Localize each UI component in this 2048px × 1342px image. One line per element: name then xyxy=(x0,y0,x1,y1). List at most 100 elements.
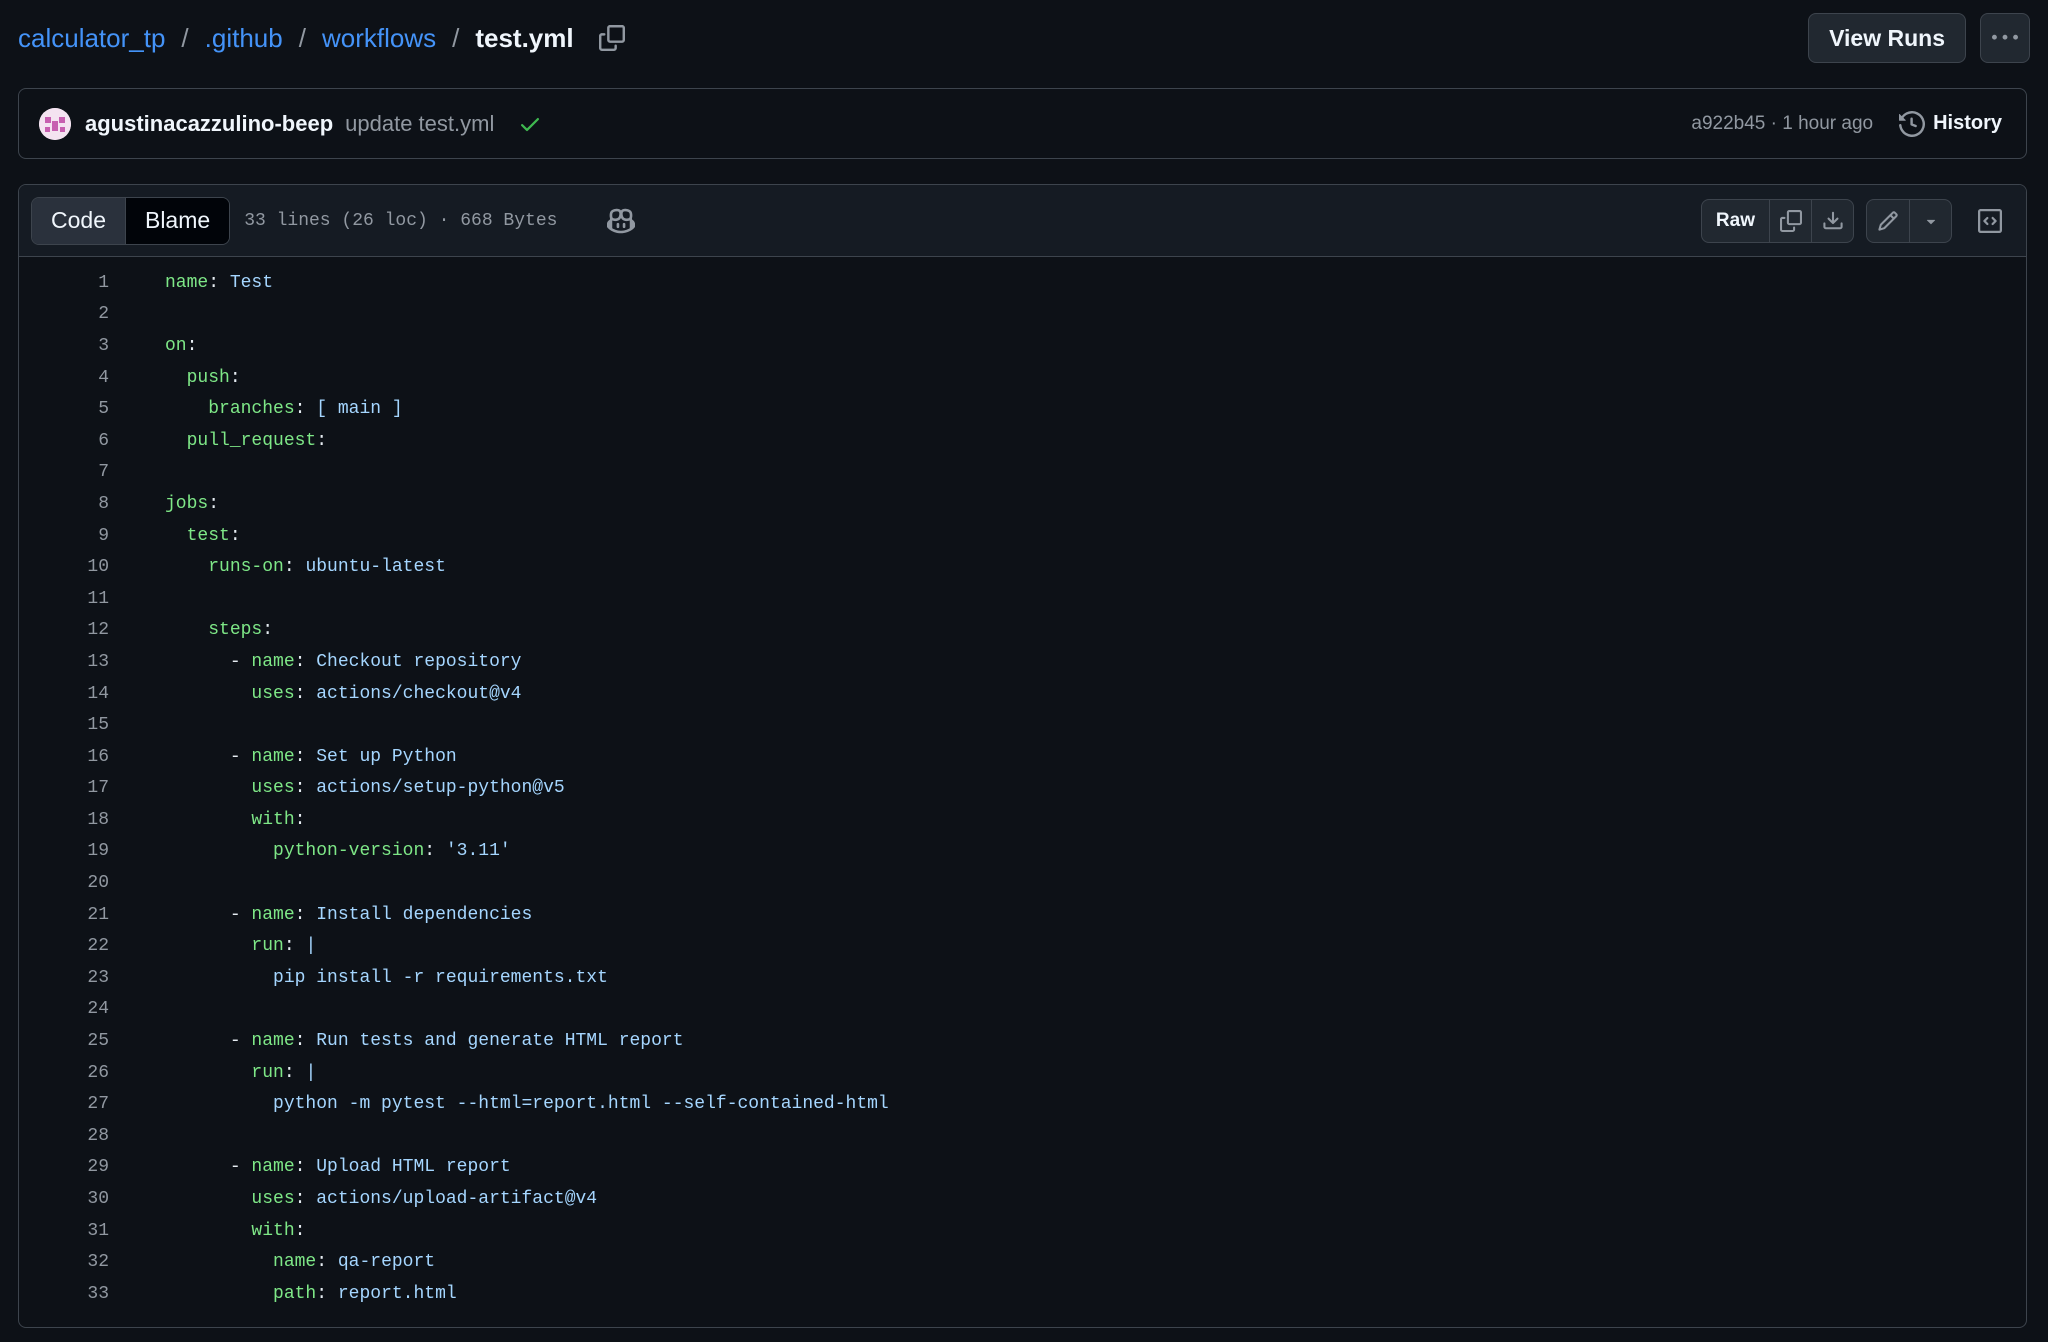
line-number[interactable]: 30 xyxy=(19,1189,109,1209)
pencil-icon[interactable] xyxy=(1867,200,1909,242)
line-number[interactable]: 20 xyxy=(19,873,109,893)
line-number[interactable]: 6 xyxy=(19,431,109,451)
yaml-value: Test xyxy=(229,272,274,293)
line-number[interactable]: 32 xyxy=(19,1252,109,1272)
yaml-value: actions/checkout@v4 xyxy=(316,683,522,704)
line-number[interactable]: 16 xyxy=(19,747,109,767)
line-number[interactable]: 19 xyxy=(19,841,109,861)
more-options-button[interactable] xyxy=(1980,13,2030,63)
avatar[interactable] xyxy=(39,107,71,140)
line-number[interactable]: 24 xyxy=(19,999,109,1019)
line-number[interactable]: 13 xyxy=(19,652,109,672)
line-number[interactable]: 11 xyxy=(19,589,109,609)
commit-sha-and-time[interactable]: a922b45 · 1 hour ago xyxy=(1691,113,1873,135)
line-number[interactable]: 15 xyxy=(19,715,109,735)
breadcrumb-github-link[interactable]: .github xyxy=(205,23,283,54)
line-content: python -m pytest --html=report.html --se… xyxy=(109,1094,889,1114)
yaml-value: Run tests and generate HTML report xyxy=(316,1031,684,1052)
yaml-key: name xyxy=(273,1252,317,1273)
line-number[interactable]: 21 xyxy=(19,905,109,925)
yaml-key: with xyxy=(251,809,295,830)
line-number[interactable]: 31 xyxy=(19,1221,109,1241)
code-line: 23 pip install -r requirements.txt xyxy=(19,962,2026,994)
breadcrumb-workflows-link[interactable]: workflows xyxy=(322,23,436,54)
top-actions: View Runs xyxy=(1808,13,2030,63)
code-square-icon[interactable] xyxy=(1972,203,2008,239)
line-content: - name: Upload HTML report xyxy=(109,1157,511,1177)
yaml-key: run xyxy=(251,1062,284,1083)
yaml-key: uses xyxy=(251,778,295,799)
line-number[interactable]: 8 xyxy=(19,494,109,514)
yaml-colon: : xyxy=(316,1283,338,1304)
code-line: 1 name: Test xyxy=(19,267,2026,299)
code-line: 5 branches: [ main ] xyxy=(19,393,2026,425)
view-runs-button[interactable]: View Runs xyxy=(1808,13,1966,63)
line-number[interactable]: 5 xyxy=(19,399,109,419)
line-content: run: | xyxy=(109,936,316,956)
triangle-down-icon[interactable] xyxy=(1909,199,1951,242)
yaml-list-dash: - xyxy=(229,651,252,672)
line-number[interactable]: 25 xyxy=(19,1031,109,1051)
tab-blame[interactable]: Blame xyxy=(125,197,230,244)
code-line: 20 xyxy=(19,867,2026,899)
yaml-colon: : xyxy=(294,904,317,925)
commit-message-link[interactable]: update test.yml xyxy=(345,111,494,137)
yaml-colon: : xyxy=(294,778,317,799)
yaml-value: [ main ] xyxy=(316,399,403,420)
copy-icon[interactable] xyxy=(596,22,628,54)
breadcrumb-repo-link[interactable]: calculator_tp xyxy=(18,23,165,54)
yaml-colon: : xyxy=(208,493,220,514)
tab-code[interactable]: Code xyxy=(32,197,126,244)
raw-button[interactable]: Raw xyxy=(1702,200,1769,242)
yaml-list-dash: - xyxy=(229,1157,252,1178)
file-viewer: Code Blame 33 lines (26 loc) · 668 Bytes… xyxy=(18,184,2027,1328)
yaml-colon: : xyxy=(294,1189,317,1210)
yaml-value: ubuntu-latest xyxy=(305,557,446,578)
check-icon[interactable] xyxy=(518,112,542,136)
line-number[interactable]: 7 xyxy=(19,462,109,482)
line-content: pip install -r requirements.txt xyxy=(109,968,608,988)
line-content: run: | xyxy=(109,1063,316,1083)
copy-raw-icon[interactable] xyxy=(1769,199,1811,242)
code-line: 16 - name: Set up Python xyxy=(19,741,2026,773)
kebab-icon xyxy=(1992,34,2018,40)
yaml-key: runs-on xyxy=(208,557,284,578)
line-number[interactable]: 18 xyxy=(19,810,109,830)
line-number[interactable]: 29 xyxy=(19,1157,109,1177)
line-number[interactable]: 27 xyxy=(19,1094,109,1114)
commit-author-link[interactable]: agustinacazzulino-beep xyxy=(85,111,333,137)
yaml-colon: : xyxy=(229,525,241,546)
yaml-colon: : xyxy=(294,651,317,672)
line-number[interactable]: 10 xyxy=(19,557,109,577)
breadcrumb-current-file: test.yml xyxy=(475,22,574,53)
line-number[interactable]: 12 xyxy=(19,620,109,640)
line-number[interactable]: 33 xyxy=(19,1284,109,1304)
yaml-colon: : xyxy=(316,430,328,451)
yaml-colon: : xyxy=(294,683,317,704)
yaml-key: name xyxy=(251,1157,295,1178)
line-number[interactable]: 3 xyxy=(19,336,109,356)
line-number[interactable]: 2 xyxy=(19,304,109,324)
yaml-value: actions/upload-artifact@v4 xyxy=(316,1189,598,1210)
download-icon[interactable] xyxy=(1811,199,1853,242)
line-number[interactable]: 4 xyxy=(19,368,109,388)
line-number[interactable]: 22 xyxy=(19,936,109,956)
code-line: 17 uses: actions/setup-python@v5 xyxy=(19,773,2026,805)
line-number[interactable]: 9 xyxy=(19,526,109,546)
yaml-key: push xyxy=(186,367,230,388)
line-number[interactable]: 14 xyxy=(19,684,109,704)
line-number[interactable]: 17 xyxy=(19,778,109,798)
yaml-key: branches xyxy=(208,399,295,420)
history-label: History xyxy=(1933,112,2002,134)
line-number[interactable]: 28 xyxy=(19,1126,109,1146)
yaml-colon: : xyxy=(294,746,317,767)
line-number[interactable]: 1 xyxy=(19,273,109,293)
line-number[interactable]: 26 xyxy=(19,1063,109,1083)
code-line: 21 - name: Install dependencies xyxy=(19,899,2026,931)
history-button[interactable]: History xyxy=(1899,110,2002,137)
line-number[interactable]: 23 xyxy=(19,968,109,988)
copilot-icon[interactable] xyxy=(607,207,636,235)
